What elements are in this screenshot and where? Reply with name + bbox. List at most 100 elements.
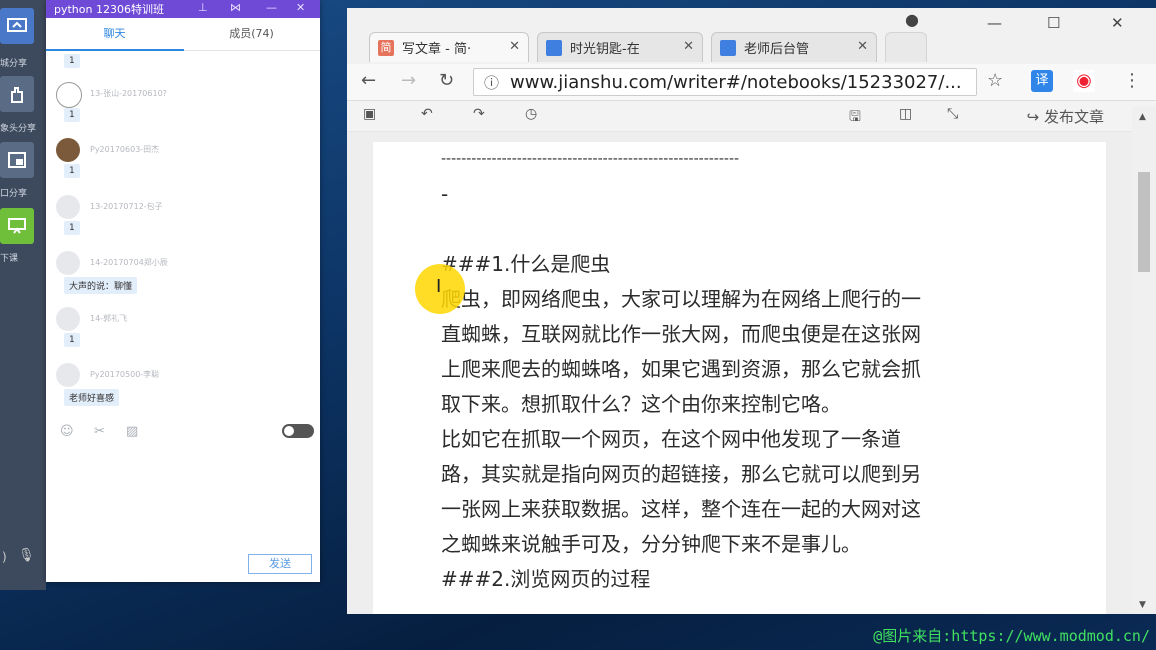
- hand-icon: [11, 87, 23, 103]
- text-line: ###1.什么是爬虫: [441, 252, 611, 276]
- bookmark-star-icon[interactable]: ☆: [987, 70, 1003, 91]
- message-bubble: 老师好喜感: [64, 389, 120, 406]
- translate-extension-icon[interactable]: 译: [1031, 70, 1053, 92]
- tab-title: 时光钥匙-在: [570, 42, 640, 57]
- close-tab-icon[interactable]: ✕: [857, 39, 868, 54]
- close-icon[interactable]: ✕: [296, 1, 305, 14]
- text-line: ----------------------------------------…: [441, 151, 740, 167]
- opera-extension-icon[interactable]: ◉: [1073, 70, 1095, 92]
- message-bubble: 大声的说：聊懂: [64, 277, 138, 294]
- speaker-icon[interactable]: ): [2, 550, 7, 564]
- collapse-icon[interactable]: ⤡: [947, 106, 958, 122]
- share-icon[interactable]: ⋈: [230, 1, 241, 14]
- reload-icon[interactable]: ↻: [439, 70, 454, 91]
- scissors-icon[interactable]: ✂: [94, 424, 105, 439]
- chat-toolbar: ☺ ✂ ▨: [46, 424, 320, 442]
- window-share-button[interactable]: [0, 142, 34, 178]
- emoji-icon[interactable]: ☺: [60, 424, 74, 439]
- insert-image-icon[interactable]: ▣: [363, 106, 376, 122]
- scroll-down-icon[interactable]: ▼: [1139, 600, 1146, 610]
- new-tab-button[interactable]: [885, 32, 927, 62]
- close-tab-icon[interactable]: ✕: [683, 39, 694, 54]
- key-favicon-icon: [546, 39, 562, 56]
- send-button[interactable]: 发送: [248, 554, 312, 574]
- editor-page[interactable]: ----------------------------------------…: [373, 142, 1106, 614]
- tab-teacher-admin[interactable]: 老师后台管 ✕: [711, 32, 877, 62]
- camera-share-button[interactable]: [0, 76, 34, 112]
- address-bar[interactable]: ⓘ www.jianshu.com/writer#/notebooks/1523…: [473, 68, 977, 96]
- browser-toolbar: ← → ↻ ⓘ www.jianshu.com/writer#/notebook…: [347, 64, 1156, 101]
- scroll-up-icon[interactable]: ▲: [1139, 112, 1146, 122]
- minimize-icon[interactable]: —: [266, 1, 277, 14]
- undo-icon[interactable]: ↶: [421, 106, 433, 122]
- avatar: [56, 195, 80, 219]
- close-tab-icon[interactable]: ✕: [509, 39, 520, 54]
- split-view-icon[interactable]: ◫: [899, 106, 912, 122]
- sender-name: 13-20170712-包子: [90, 202, 163, 211]
- text-cursor-icon: I: [436, 276, 442, 297]
- screen-share-button[interactable]: [0, 8, 34, 44]
- message-bubble: 1: [64, 54, 80, 68]
- jianshu-favicon-icon: 简: [378, 39, 394, 56]
- message-bubble: 1: [64, 108, 80, 122]
- key-favicon-icon: [720, 39, 736, 56]
- tab-title: 写文章 - 简·: [402, 42, 472, 57]
- editor-area: ----------------------------------------…: [347, 132, 1132, 614]
- sender-name: 14-郭礼飞: [90, 314, 128, 323]
- window-icon: [8, 152, 26, 168]
- camera-share-label: 象头分享: [0, 124, 37, 134]
- browser-window: 简 写文章 - 简· ✕ 时光钥匙-在 ✕ 老师后台管 ✕ ● — ☐ ✕ ← …: [347, 8, 1156, 614]
- text-line: -: [441, 182, 449, 206]
- presentation-icon: [8, 218, 26, 234]
- save-icon[interactable]: 🖫: [849, 106, 861, 130]
- profile-icon[interactable]: ●: [905, 10, 919, 29]
- avatar: [56, 82, 82, 108]
- text-line: 比如它在抓取一个网页，在这个网中他发现了一条道: [441, 427, 901, 451]
- info-icon[interactable]: ⓘ: [484, 69, 499, 95]
- avatar: [56, 251, 80, 275]
- editor-scrollbar[interactable]: ▲ ▼: [1132, 106, 1156, 614]
- tab-members[interactable]: 成员(74): [183, 18, 320, 50]
- url-text: www.jianshu.com/writer#/notebooks/152330…: [510, 72, 962, 93]
- avatar: [56, 138, 80, 162]
- sender-name: 14-20170704郑小辰: [90, 258, 168, 267]
- sender-name: Py20170500-李聪: [90, 370, 160, 379]
- history-icon[interactable]: ◷: [525, 106, 537, 122]
- screen-share-icon: [7, 18, 27, 32]
- message-list[interactable]: 1 13-张山-20170610? 1 Py20170603-田杰 1 13-2…: [46, 50, 320, 418]
- tab-time-key[interactable]: 时光钥匙-在 ✕: [537, 32, 703, 62]
- editor-toolbar: ▣ ↶ ↷ ◷ 🖫 ◫ ⤡ ↪ 发布文章: [347, 101, 1156, 132]
- microphone-icon[interactable]: 🎙: [18, 548, 35, 563]
- window-share-label: 口分享: [0, 189, 28, 199]
- forward-icon[interactable]: →: [401, 70, 416, 91]
- end-class-label: 下课: [0, 254, 19, 264]
- text-line: 一张网上来获取数据。这样，整个连在一起的大网对这: [441, 497, 921, 521]
- sender-name: 13-张山-20170610?: [90, 89, 167, 98]
- end-class-button[interactable]: [0, 208, 34, 244]
- chat-title: python 12306特训班: [54, 3, 164, 16]
- chat-panel: python 12306特训班 ⊥ ⋈ — ✕ 聊天 成员(74) 1 13-张…: [46, 0, 320, 582]
- text-line: 路，其实就是指向网页的超链接，那么它就可以爬到另: [441, 462, 921, 486]
- chat-titlebar: python 12306特训班 ⊥ ⋈ — ✕: [46, 0, 320, 18]
- message-bubble: 1: [64, 164, 80, 178]
- tab-write-article[interactable]: 简 写文章 - 简· ✕: [369, 32, 529, 62]
- redo-icon[interactable]: ↷: [473, 106, 485, 122]
- screen-share-label: 城分享: [0, 59, 28, 69]
- close-window-icon[interactable]: ✕: [1111, 14, 1124, 32]
- mute-toggle[interactable]: [282, 424, 314, 438]
- message-bubble: 1: [64, 221, 80, 235]
- pin-icon[interactable]: ⊥: [198, 1, 208, 14]
- scrollbar-thumb[interactable]: [1138, 172, 1150, 272]
- maximize-window-icon[interactable]: ☐: [1047, 14, 1060, 32]
- tab-title: 老师后台管: [744, 42, 810, 57]
- article-text[interactable]: ----------------------------------------…: [441, 142, 1041, 597]
- image-icon[interactable]: ▨: [126, 424, 138, 439]
- publish-button[interactable]: ↪ 发布文章: [1027, 106, 1104, 127]
- browser-titlebar: 简 写文章 - 简· ✕ 时光钥匙-在 ✕ 老师后台管 ✕ ● — ☐ ✕: [347, 8, 1156, 64]
- minimize-window-icon[interactable]: —: [987, 14, 1002, 32]
- text-line: 爬虫，即网络爬虫，大家可以理解为在网络上爬行的一: [441, 287, 921, 311]
- tab-chat[interactable]: 聊天: [46, 18, 183, 50]
- menu-icon[interactable]: ⋮: [1123, 70, 1141, 91]
- watermark: @图片来自:https://www.modmod.cn/: [873, 627, 1150, 645]
- back-icon[interactable]: ←: [361, 70, 376, 91]
